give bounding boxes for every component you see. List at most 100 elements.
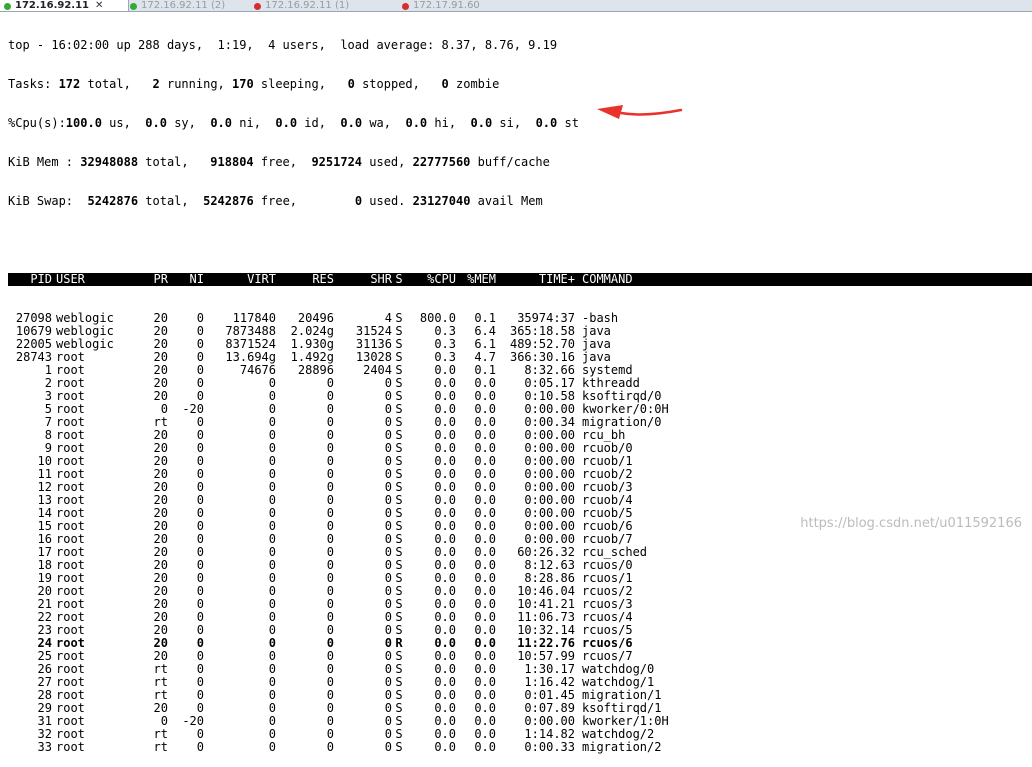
cell-pid: 25 <box>37 649 52 663</box>
cell-cmd: kworker/1:0H <box>582 714 669 728</box>
cell-pid: 17 <box>37 545 52 559</box>
cell-shr: 0 <box>384 727 392 741</box>
cell-virt: 0 <box>268 389 276 403</box>
cell-res: 0 <box>326 571 334 585</box>
cell-virt: 0 <box>268 662 276 676</box>
cell-cmd: rcuos/7 <box>582 649 633 663</box>
cell-pid: 26 <box>37 662 52 676</box>
cell-cpu: 0.0 <box>434 740 456 754</box>
cell-pid: 32 <box>37 727 52 741</box>
cell-user: root <box>56 649 85 663</box>
cell-pr: rt <box>153 675 168 689</box>
process-row: 22 root 20 0 0 0 0 S 0.0 0.0 11:06.73 rcuos/4 <box>8 611 1032 624</box>
cell-res: 0 <box>326 649 334 663</box>
cell-cpu: 0.0 <box>434 649 456 663</box>
cell-mem: 0.0 <box>474 571 496 585</box>
cell-cmd: migration/1 <box>582 688 662 702</box>
cell-shr: 0 <box>384 623 392 637</box>
cell-pid: 18 <box>37 558 52 572</box>
cell-shr: 0 <box>384 493 392 507</box>
cell-cmd: rcu_sched <box>582 545 648 559</box>
cell-time: 11:22.76 <box>517 636 575 650</box>
tab-session-4[interactable]: 172.17.91.60 <box>398 0 512 11</box>
cell-pr: 20 <box>153 532 168 546</box>
cell-cpu: 0.0 <box>434 532 456 546</box>
tab-session-2[interactable]: 172.16.92.11 (2) <box>126 0 250 11</box>
cell-virt: 0 <box>268 714 276 728</box>
cell-pr: 20 <box>153 649 168 663</box>
cell-shr: 0 <box>384 688 392 702</box>
process-row: 24 root 20 0 0 0 0 R 0.0 0.0 11:22.76 rcuos/6 <box>8 637 1032 650</box>
cell-virt: 0 <box>268 415 276 429</box>
cell-mem: 0.0 <box>474 545 496 559</box>
cell-shr: 0 <box>384 649 392 663</box>
cell-cpu: 0.0 <box>434 662 456 676</box>
cell-cmd: watchdog/1 <box>582 675 655 689</box>
cell-s: S <box>395 571 403 585</box>
terminal-output[interactable]: top - 16:02:00 up 288 days, 1:19, 4 user… <box>8 13 1032 767</box>
cell-time: 10:32.14 <box>517 623 575 637</box>
cell-res: 0 <box>326 389 334 403</box>
cell-pid: 19 <box>37 571 52 585</box>
tab-label: 172.17.91.60 <box>413 0 480 11</box>
cell-pr: 20 <box>153 571 168 585</box>
cell-res: 0 <box>326 415 334 429</box>
process-table-header: PID USER PR NI VIRT RES SHR S %CPU %MEM TIME+ COMMA… <box>8 273 1032 286</box>
cell-mem: 0.0 <box>474 740 496 754</box>
cell-pr: 20 <box>153 545 168 559</box>
cell-time: 8:28.86 <box>524 571 575 585</box>
process-row: 19 root 20 0 0 0 0 S 0.0 0.0 8:28.86 rcuos/1 <box>8 572 1032 585</box>
cell-cpu: 0.0 <box>434 714 456 728</box>
cell-res: 0 <box>326 701 334 715</box>
cell-mem: 0.0 <box>474 688 496 702</box>
cell-time: 1:16.42 <box>524 675 575 689</box>
cell-res: 0 <box>326 727 334 741</box>
cell-user: root <box>56 740 85 754</box>
cell-shr: 0 <box>384 415 392 429</box>
cell-virt: 0 <box>268 480 276 494</box>
cell-user: root <box>56 714 85 728</box>
cell-ni: -20 <box>182 714 204 728</box>
cell-res: 0 <box>326 532 334 546</box>
cell-virt: 0 <box>268 506 276 520</box>
cell-time: 10:57.99 <box>517 649 575 663</box>
cell-pr: 20 <box>153 610 168 624</box>
process-row: 26 root rt 0 0 0 0 S 0.0 0.0 1:30.17 watchdog/0 <box>8 663 1032 676</box>
tab-session-3[interactable]: 172.16.92.11 (1) <box>250 0 399 11</box>
cell-virt: 0 <box>268 441 276 455</box>
cell-time: 8:12.63 <box>524 558 575 572</box>
cell-res: 0 <box>326 714 334 728</box>
red-arrow-icon <box>597 105 683 119</box>
cell-cpu: 0.0 <box>434 597 456 611</box>
tab-session-1[interactable]: 172.16.92.11 ✕ <box>0 0 129 11</box>
cell-pid: 27 <box>37 675 52 689</box>
cell-pid: 22 <box>37 610 52 624</box>
summary-tasks-line: Tasks: 172 total, 2 running, 170 sleepin… <box>8 77 500 91</box>
cell-shr: 0 <box>384 428 392 442</box>
cell-cmd: ksoftirqd/1 <box>582 701 662 715</box>
cell-user: root <box>56 610 85 624</box>
cell-s: S <box>395 610 403 624</box>
cell-s: S <box>395 688 403 702</box>
cell-shr: 0 <box>384 558 392 572</box>
column-header-user: USER <box>56 272 85 286</box>
cell-virt: 0 <box>268 545 276 559</box>
cell-res: 0 <box>326 662 334 676</box>
cell-ni: 0 <box>196 597 204 611</box>
cell-pid: 20 <box>37 584 52 598</box>
cell-shr: 0 <box>384 480 392 494</box>
cell-res: 0 <box>326 441 334 455</box>
cell-virt: 0 <box>268 467 276 481</box>
cell-shr: 0 <box>384 376 392 390</box>
process-row: 17 root 20 0 0 0 0 S 0.0 0.0 60:26.32 rcu_sched <box>8 546 1032 559</box>
cell-virt: 0 <box>268 701 276 715</box>
summary-uptime-line: top - 16:02:00 up 288 days, 1:19, 4 user… <box>8 38 558 52</box>
cell-pr: rt <box>153 688 168 702</box>
cell-time: 60:26.32 <box>517 545 575 559</box>
cell-shr: 0 <box>384 597 392 611</box>
cell-user: root <box>56 597 85 611</box>
close-icon[interactable]: ✕ <box>95 1 103 11</box>
process-row: 33 root rt 0 0 0 0 S 0.0 0.0 0:00.33 migration/2 <box>8 741 1032 754</box>
cell-s: S <box>395 714 403 728</box>
cell-res: 0 <box>326 584 334 598</box>
